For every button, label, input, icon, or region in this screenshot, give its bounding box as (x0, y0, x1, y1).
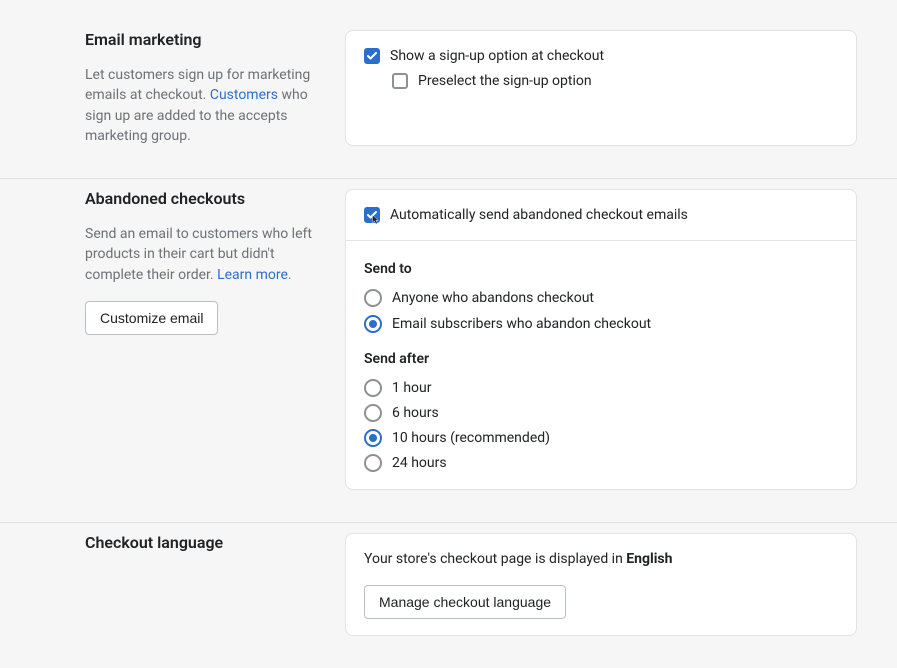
sendto-subscribers-radio[interactable] (364, 315, 382, 333)
section-aside: Email marketing Let customers sign up fo… (85, 30, 345, 146)
show-signup-row: Show a sign-up option at checkout (364, 47, 838, 65)
show-signup-label: Show a sign-up option at checkout (390, 47, 604, 65)
section-email-marketing: Email marketing Let customers sign up fo… (0, 20, 897, 179)
section-description: Send an email to customers who left prod… (85, 224, 325, 285)
sendafter-1h-radio[interactable] (364, 379, 382, 397)
section-title: Abandoned checkouts (85, 189, 325, 208)
send-after-title: Send after (364, 351, 838, 367)
card-block-top: Automatically send abandoned checkout em… (346, 190, 856, 241)
auto-send-label: Automatically send abandoned checkout em… (390, 206, 688, 224)
preselect-row: Preselect the sign-up option (392, 72, 838, 90)
show-signup-checkbox[interactable] (364, 48, 380, 64)
section-title: Checkout language (85, 533, 325, 552)
sendafter-10h-label: 10 hours (recommended) (392, 429, 550, 447)
section-checkout-language: Checkout language Your store's checkout … (0, 523, 897, 668)
customers-link[interactable]: Customers (210, 87, 278, 103)
sendto-anyone-label: Anyone who abandons checkout (392, 289, 594, 307)
sendafter-10h-radio[interactable] (364, 429, 382, 447)
send-to-title: Send to (364, 261, 838, 277)
desc-text: . (288, 267, 292, 283)
auto-send-row: Automatically send abandoned checkout em… (364, 206, 838, 224)
language-text: Your store's checkout page is displayed … (364, 550, 838, 570)
sendafter-1h-label: 1 hour (392, 379, 432, 397)
sendto-subscribers-row: Email subscribers who abandon checkout (364, 315, 838, 333)
sendafter-6h-label: 6 hours (392, 404, 439, 422)
manage-language-button[interactable]: Manage checkout language (364, 585, 566, 619)
language-text-prefix: Your store's checkout page is displayed … (364, 551, 626, 567)
checkmark-icon (367, 52, 377, 60)
auto-send-checkbox[interactable] (364, 207, 380, 223)
preselect-checkbox[interactable] (392, 73, 408, 89)
sendafter-6h-radio[interactable] (364, 404, 382, 422)
sendafter-24h-row: 24 hours (364, 454, 838, 472)
sendafter-24h-radio[interactable] (364, 454, 382, 472)
email-marketing-card: Show a sign-up option at checkout Presel… (345, 30, 857, 146)
card-block: Your store's checkout page is displayed … (346, 534, 856, 636)
sendto-subscribers-label: Email subscribers who abandon checkout (392, 315, 651, 333)
abandoned-card: Automatically send abandoned checkout em… (345, 189, 857, 489)
checkmark-icon (367, 211, 377, 219)
current-language: English (626, 551, 672, 567)
language-card: Your store's checkout page is displayed … (345, 533, 857, 637)
preselect-label: Preselect the sign-up option (418, 72, 592, 90)
sendafter-1h-row: 1 hour (364, 379, 838, 397)
section-title: Email marketing (85, 30, 325, 49)
card-block: Show a sign-up option at checkout Presel… (346, 31, 856, 106)
customize-email-button[interactable]: Customize email (85, 301, 218, 335)
sendafter-6h-row: 6 hours (364, 404, 838, 422)
sendto-anyone-row: Anyone who abandons checkout (364, 289, 838, 307)
card-block-options: Send to Anyone who abandons checkout Ema… (346, 241, 856, 488)
sendafter-10h-row: 10 hours (recommended) (364, 429, 838, 447)
sendto-anyone-radio[interactable] (364, 289, 382, 307)
section-aside: Abandoned checkouts Send an email to cus… (85, 189, 345, 489)
section-abandoned-checkouts: Abandoned checkouts Send an email to cus… (0, 179, 897, 522)
section-aside: Checkout language (85, 533, 345, 637)
section-description: Let customers sign up for marketing emai… (85, 65, 325, 146)
learn-more-link[interactable]: Learn more (217, 267, 288, 283)
sendafter-24h-label: 24 hours (392, 454, 447, 472)
